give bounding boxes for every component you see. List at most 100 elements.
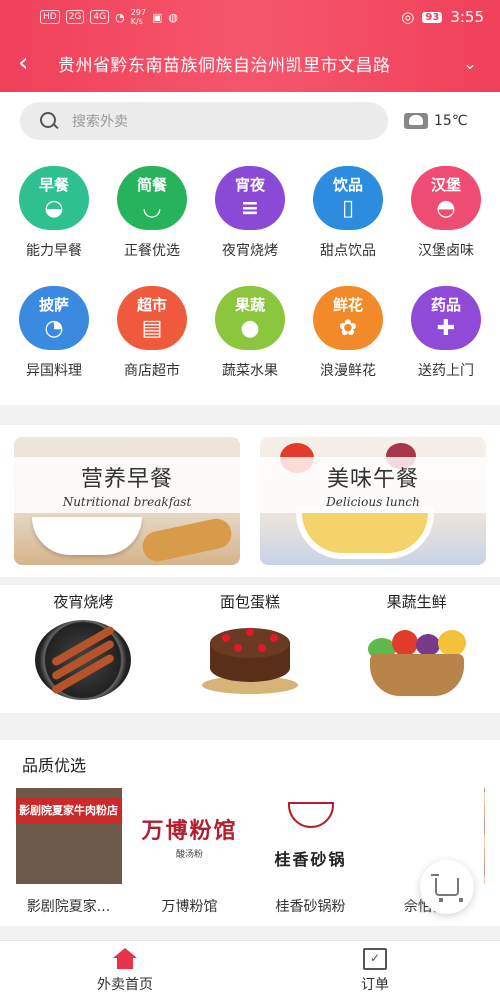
category-icon: 早餐 ◒ bbox=[19, 166, 89, 230]
bbq-grill-image bbox=[35, 620, 132, 700]
category-tag: 简餐 bbox=[136, 176, 167, 194]
category-1[interactable]: 早餐 ◒ 能力早餐 bbox=[9, 166, 99, 286]
wifi-icon: ◔ bbox=[115, 10, 125, 24]
logo-text: 万博粉馆 bbox=[141, 817, 238, 844]
category-tag: 果蔬 bbox=[234, 296, 265, 314]
category-glyph-icon: ▯ bbox=[341, 196, 355, 221]
breakfast-banner[interactable]: 营养早餐 Nutritional breakfast bbox=[14, 437, 240, 565]
banner-subtitle: Nutritional breakfast bbox=[62, 495, 192, 509]
category-glyph-icon: ▤ bbox=[141, 316, 163, 341]
category-9[interactable]: 鲜花 ✿ 浪漫鲜花 bbox=[303, 286, 393, 406]
category-icon: 超市 ▤ bbox=[117, 286, 187, 350]
card-title: 夜宵烧烤 bbox=[53, 593, 114, 611]
cake-image bbox=[201, 620, 298, 700]
network-2g-label: 2G bbox=[65, 10, 85, 24]
current-location[interactable]: 贵州省黔东南苗族侗族自治州凯里市文昌路 bbox=[58, 51, 458, 76]
section-divider bbox=[0, 577, 500, 585]
temperature: 15℃ bbox=[434, 113, 468, 129]
category-tag: 披萨 bbox=[38, 296, 69, 314]
store-name: 桂香砂锅粉 bbox=[275, 899, 346, 915]
category-glyph-icon: ✚ bbox=[436, 316, 456, 341]
home-icon bbox=[113, 947, 137, 970]
category-label: 蔬菜水果 bbox=[222, 363, 278, 379]
category-3[interactable]: 宵夜 ≡ 夜宵烧烤 bbox=[205, 166, 295, 286]
produce-basket-image bbox=[362, 620, 472, 700]
category-6[interactable]: 披萨 ◔ 异国料理 bbox=[9, 286, 99, 406]
banner-subtitle: Delicious lunch bbox=[326, 495, 420, 509]
tab-label: 订单 bbox=[361, 976, 389, 993]
category-tag: 饮品 bbox=[332, 176, 363, 194]
category-7[interactable]: 超市 ▤ 商店超市 bbox=[107, 286, 197, 406]
category-glyph-icon: ◓ bbox=[436, 196, 456, 221]
logo-text: 桂香砂锅 bbox=[274, 850, 347, 869]
curry-plate-image bbox=[302, 513, 428, 553]
clock: 3:55 bbox=[450, 8, 484, 26]
category-8[interactable]: 果蔬 ● 蔬菜水果 bbox=[205, 286, 295, 406]
store-name: 万博粉馆 bbox=[161, 899, 218, 915]
location-bar: ‹ 贵州省黔东南苗族侗族自治州凯里市文昌路 ⌄ bbox=[0, 34, 500, 92]
section-divider bbox=[0, 713, 500, 740]
category-glyph-icon: ≡ bbox=[240, 196, 260, 221]
network-hd-label: HD bbox=[40, 10, 60, 24]
category-tag: 宵夜 bbox=[234, 176, 265, 194]
category-icon: 宵夜 ≡ bbox=[215, 166, 285, 230]
back-arrow-icon[interactable]: ‹ bbox=[18, 48, 58, 78]
card-title: 面包蛋糕 bbox=[219, 593, 280, 611]
category-label: 能力早餐 bbox=[26, 243, 82, 259]
search-input[interactable]: 搜索外卖 bbox=[20, 102, 388, 140]
store-card[interactable]: 万博粉馆 酸汤粉 万博粉馆 bbox=[134, 788, 246, 916]
meal-banners: 营养早餐 Nutritional breakfast 美味午餐 Deliciou… bbox=[0, 425, 500, 577]
porridge-bowl-image bbox=[32, 517, 142, 555]
logo-subtext: 酸汤粉 bbox=[175, 849, 203, 860]
banner-title: 美味午餐 bbox=[326, 467, 419, 492]
header: HD 2G 4G ◔ 297 K/s ▣ ◍ ◎ 93 3:55 ‹ 贵州省黔东… bbox=[0, 0, 500, 92]
food-type-row: 夜宵烧烤 面包蛋糕 果蔬生鲜 bbox=[0, 585, 500, 713]
cake-card[interactable]: 面包蛋糕 bbox=[175, 591, 325, 713]
bbq-card[interactable]: 夜宵烧烤 bbox=[8, 591, 158, 713]
section-title: 品质优选 bbox=[22, 756, 87, 775]
produce-card[interactable]: 果蔬生鲜 bbox=[342, 591, 492, 713]
category-label: 浪漫鲜花 bbox=[320, 363, 376, 379]
category-tag: 鲜花 bbox=[332, 296, 363, 314]
cloud-icon bbox=[404, 113, 428, 129]
category-label: 汉堡卤味 bbox=[418, 243, 474, 259]
clay-pot-icon bbox=[287, 802, 334, 828]
category-glyph-icon: ✿ bbox=[338, 316, 358, 341]
category-5[interactable]: 汉堡 ◓ 汉堡卤味 bbox=[401, 166, 491, 286]
category-icon: 简餐 ◡ bbox=[117, 166, 187, 230]
search-icon bbox=[38, 110, 60, 132]
battery-level: 93 bbox=[422, 11, 443, 23]
category-label: 商店超市 bbox=[124, 363, 180, 379]
store-photo: 影剧院夏家牛肉粉店 bbox=[15, 788, 122, 884]
category-label: 送药上门 bbox=[418, 363, 474, 379]
category-glyph-icon: ◔ bbox=[44, 316, 64, 341]
category-icon: 鲜花 ✿ bbox=[313, 286, 383, 350]
category-2[interactable]: 简餐 ◡ 正餐优选 bbox=[107, 166, 197, 286]
lunch-banner[interactable]: 美味午餐 Delicious lunch bbox=[260, 437, 486, 565]
cart-button[interactable] bbox=[420, 860, 474, 914]
category-row-2: 披萨 ◔ 异国料理 超市 ▤ 商店超市 果蔬 ● 蔬菜水果 鲜花 ✿ 浪漫鲜花 药品 ✚ 送药上门 bbox=[0, 286, 500, 406]
tab-label: 外卖首页 bbox=[97, 976, 153, 993]
category-tag: 药品 bbox=[430, 296, 461, 314]
chevron-down-icon[interactable]: ⌄ bbox=[458, 54, 482, 73]
category-icon: 果蔬 ● bbox=[215, 286, 285, 350]
category-row-1: 早餐 ◒ 能力早餐 简餐 ◡ 正餐优选 宵夜 ≡ 夜宵烧烤 饮品 ▯ 甜点饮品 汉堡 ◓ 汉堡卤味 bbox=[0, 166, 500, 286]
category-4[interactable]: 饮品 ▯ 甜点饮品 bbox=[303, 166, 393, 286]
network-speed: 297 K/s bbox=[130, 8, 146, 26]
store-sign: 影剧院夏家牛肉粉店 bbox=[15, 798, 122, 824]
store-card[interactable]: 桂香砂锅 桂香砂锅粉 bbox=[255, 788, 367, 916]
app-notification-icon: ▣ bbox=[152, 10, 163, 24]
store-logo: 万博粉馆 酸汤粉 bbox=[137, 788, 243, 884]
tab-orders[interactable]: 订单 bbox=[250, 941, 500, 1000]
bottom-tab-bar: 外卖首页 订单 bbox=[0, 940, 500, 1000]
location-icon: ◎ bbox=[401, 8, 415, 26]
search-row: 搜索外卖 15℃ bbox=[0, 92, 500, 150]
category-icon: 饮品 ▯ bbox=[313, 166, 383, 230]
category-tag: 超市 bbox=[136, 296, 167, 314]
category-icon: 汉堡 ◓ bbox=[411, 166, 481, 230]
category-10[interactable]: 药品 ✚ 送药上门 bbox=[401, 286, 491, 406]
store-card[interactable]: 影剧院夏家牛肉粉店 影剧院夏家... bbox=[13, 788, 125, 916]
tab-home[interactable]: 外卖首页 bbox=[0, 941, 250, 1000]
card-title: 果蔬生鲜 bbox=[386, 593, 447, 611]
category-label: 夜宵烧烤 bbox=[222, 243, 278, 259]
